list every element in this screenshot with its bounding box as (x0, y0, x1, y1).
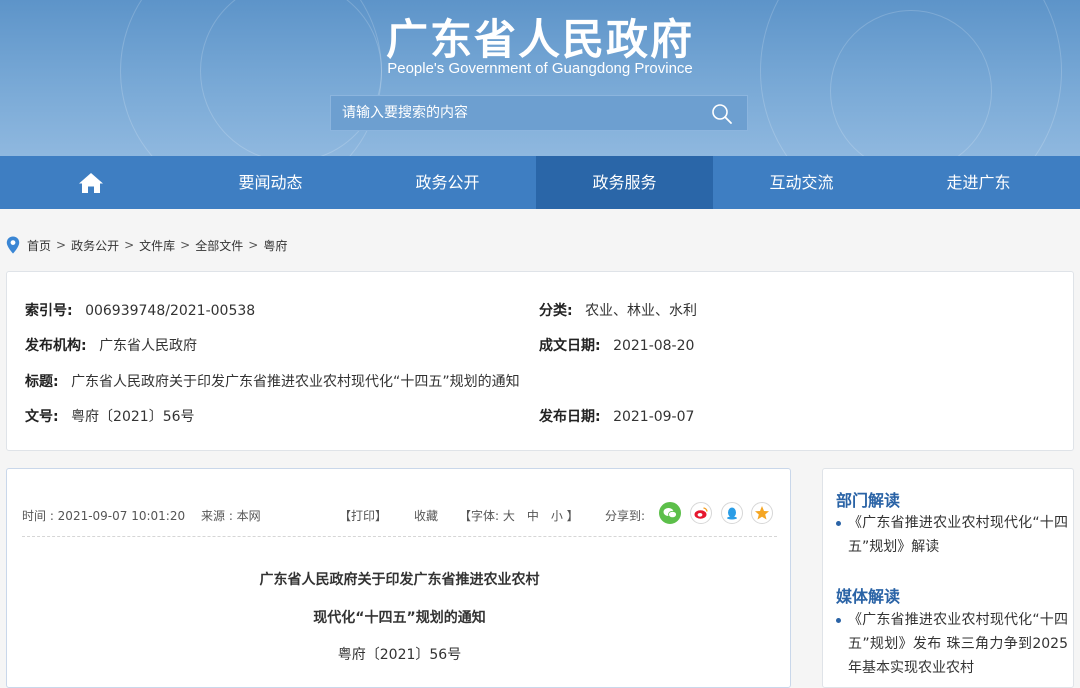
bullet-dot (836, 521, 841, 526)
wechat-share-icon[interactable] (659, 502, 681, 524)
site-header: 广东省人民政府 People's Government of Guangdong… (0, 0, 1080, 156)
font-size-control[interactable]: 【字体: 大 中 小 】 (459, 507, 579, 524)
nav-news[interactable]: 要闻动态 (182, 156, 359, 209)
article-source: 来源 : 本网 (201, 509, 261, 523)
category-row: 分类: 农业、林业、水利 (539, 300, 697, 320)
title-label: 标题: (25, 374, 59, 390)
home-icon (79, 172, 103, 193)
title-value: 广东省人民政府关于印发广东省推进农业农村现代化“十四五”规划的通知 (71, 374, 520, 390)
index-value: 006939748/2021-00538 (85, 303, 256, 319)
media-interpretation-heading: 媒体解读 (836, 587, 901, 606)
bullet-dot (836, 618, 841, 623)
nav-about-guangdong[interactable]: 走进广东 (890, 156, 1067, 209)
breadcrumb-public-affairs[interactable]: 政务公开 (71, 237, 119, 254)
search-icon[interactable] (711, 103, 733, 125)
article-doc-number: 粤府〔2021〕56号 (337, 647, 462, 663)
category-value: 农业、林业、水利 (585, 303, 698, 319)
nav-services[interactable]: 政务服务 (536, 156, 713, 209)
nav-interaction[interactable]: 互动交流 (713, 156, 890, 209)
share-label: 分享到: (605, 509, 646, 523)
index-row: 索引号: 006939748/2021-00538 (25, 300, 255, 320)
search-input[interactable] (331, 96, 701, 130)
document-info-panel: 索引号: 006939748/2021-00538 分类: 农业、林业、水利 发… (6, 271, 1074, 451)
breadcrumb-separator: > (180, 238, 191, 252)
date-written-row: 成文日期: 2021-08-20 (539, 335, 694, 355)
category-label: 分类: (539, 303, 573, 319)
nav-public-affairs[interactable]: 政务公开 (359, 156, 536, 209)
date-written-label: 成文日期: (539, 338, 601, 354)
media-interpretation-text: 《广东省推进农业农村现代化“十四五”规划》发布 珠三角力争到2025年基本实现农… (848, 612, 1068, 676)
publish-date-row: 发布日期: 2021-09-07 (539, 406, 694, 426)
interpretation-sidebar: 部门解读 《广东省推进农业农村现代化“十四五”规划》解读 媒体解读 《广东省推进… (822, 468, 1074, 688)
article-title-line-1: 广东省人民政府关于印发广东省推进农业农村 (259, 572, 540, 588)
doc-number-row: 文号: 粤府〔2021〕56号 (25, 406, 195, 426)
search-box (330, 95, 748, 131)
issuer-row: 发布机构: 广东省人民政府 (25, 335, 197, 355)
date-written-value: 2021-08-20 (613, 338, 695, 354)
location-pin-icon (6, 236, 20, 254)
article-time: 时间 : 2021-09-07 10:01:20 (22, 509, 186, 523)
publish-date-label: 发布日期: (539, 409, 601, 425)
breadcrumb-current[interactable]: 粤府 (263, 237, 287, 254)
media-interpretation-link[interactable]: 《广东省推进农业农村现代化“十四五”规划》发布 珠三角力争到2025年基本实现农… (836, 608, 1068, 680)
doc-number-label: 文号: (25, 409, 59, 425)
site-subtitle: People's Government of Guangdong Provinc… (387, 60, 693, 77)
nav-home[interactable] (0, 156, 182, 209)
issuer-value: 广东省人民政府 (99, 338, 198, 354)
star-share-icon[interactable] (751, 502, 773, 524)
article-title-line-2: 现代化“十四五”规划的通知 (313, 610, 486, 626)
dept-interpretation-text: 《广东省推进农业农村现代化“十四五”规划》解读 (848, 515, 1068, 555)
breadcrumb-file-library[interactable]: 文件库 (139, 237, 175, 254)
site-title: 广东省人民政府 (385, 15, 694, 64)
article-card: 时间 : 2021-09-07 10:01:20 来源 : 本网 【打印】 收藏… (6, 468, 791, 688)
favorite-button[interactable]: 收藏 (414, 507, 438, 524)
meta-divider (22, 536, 777, 537)
breadcrumb: 首页 > 政务公开 > 文件库 > 全部文件 > 粤府 (6, 236, 287, 254)
print-button[interactable]: 【打印】 (339, 507, 387, 524)
title-row: 标题: 广东省人民政府关于印发广东省推进农业农村现代化“十四五”规划的通知 (25, 371, 520, 391)
issuer-label: 发布机构: (25, 338, 87, 354)
dept-interpretation-heading: 部门解读 (836, 491, 901, 510)
breadcrumb-separator: > (56, 238, 67, 252)
breadcrumb-separator: > (248, 238, 259, 252)
doc-number-value: 粤府〔2021〕56号 (71, 409, 195, 425)
index-label: 索引号: (25, 303, 73, 319)
breadcrumb-home[interactable]: 首页 (27, 237, 51, 254)
dept-interpretation-link[interactable]: 《广东省推进农业农村现代化“十四五”规划》解读 (836, 511, 1068, 559)
weibo-share-icon[interactable] (690, 502, 712, 524)
qq-share-icon[interactable] (721, 502, 743, 524)
breadcrumb-separator: > (124, 238, 135, 252)
breadcrumb-all-files[interactable]: 全部文件 (195, 237, 243, 254)
main-nav: 要闻动态 政务公开 政务服务 互动交流 走进广东 (0, 156, 1080, 209)
publish-date-value: 2021-09-07 (613, 409, 695, 425)
